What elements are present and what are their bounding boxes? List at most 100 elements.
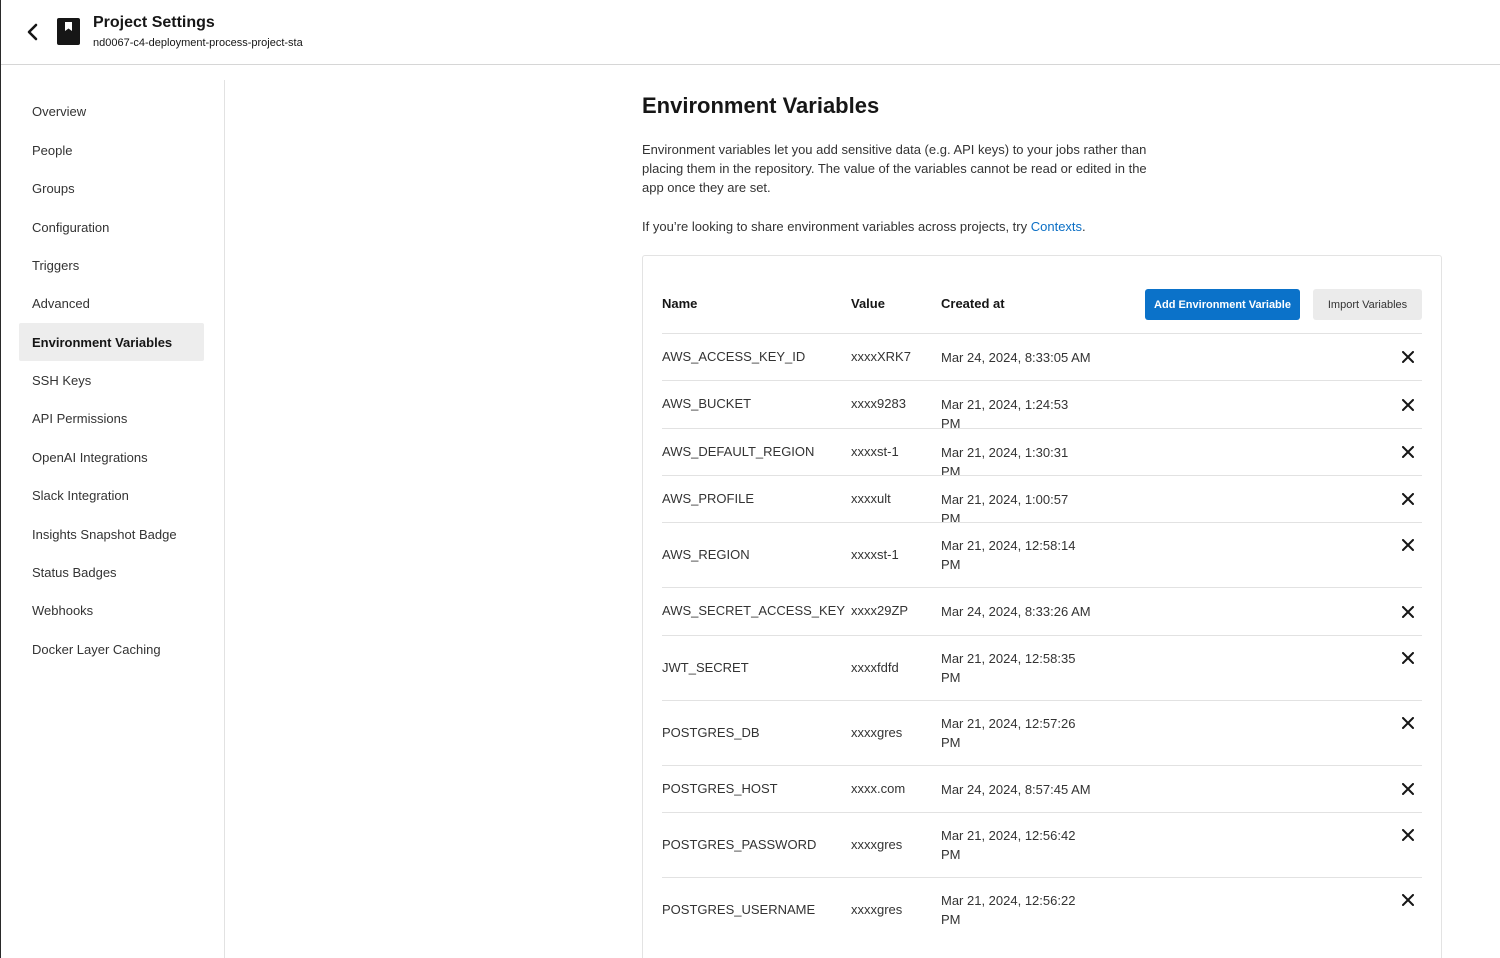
env-var-value: xxxxst-1: [851, 546, 899, 562]
row-divider: [662, 587, 1422, 588]
share-hint-end: .: [1082, 219, 1086, 234]
env-var-value: xxxx29ZP: [851, 603, 909, 618]
delete-env-var-button[interactable]: [1399, 827, 1416, 844]
sidebar-item-configuration[interactable]: Configuration: [19, 208, 204, 246]
close-icon: [1401, 783, 1414, 795]
env-var-name: JWT_SECRET: [662, 659, 749, 675]
section-description: Environment variables let you add sensit…: [642, 142, 1147, 195]
close-icon: [1401, 652, 1414, 664]
sidebar-item-slack-integration[interactable]: Slack Integration: [19, 476, 204, 514]
env-var-created-at: Mar 21, 2024, 12:58:35 PM: [941, 650, 1076, 685]
sidebar-item-environment-variables[interactable]: Environment Variables: [19, 323, 204, 361]
sidebar-item-overview[interactable]: Overview: [19, 92, 204, 130]
env-var-value: xxxxfdfd: [851, 659, 899, 675]
env-var-value: xxxxgres: [851, 724, 903, 740]
delete-env-var-button[interactable]: [1399, 491, 1416, 508]
sidebar-item-label: Webhooks: [32, 602, 94, 618]
row-divider: [662, 380, 1422, 381]
env-var-name: POSTGRES_USERNAME: [662, 901, 816, 917]
sidebar-item-advanced[interactable]: Advanced: [19, 284, 204, 322]
delete-env-var-button[interactable]: [1399, 781, 1416, 798]
env-var-value: xxxx.com: [851, 780, 906, 796]
env-var-created-at: Mar 24, 2024, 8:33:05 AM: [941, 349, 1091, 365]
sidebar-item-label: Docker Layer Caching: [32, 641, 161, 657]
env-var-value: xxxxult: [851, 490, 891, 506]
close-icon: [1401, 446, 1414, 458]
bookmark-icon: [57, 18, 80, 45]
close-icon: [1401, 398, 1414, 411]
delete-env-var-button[interactable]: [1399, 650, 1416, 667]
sidebar-item-label: Triggers: [32, 257, 80, 273]
sidebar-item-label: SSH Keys: [32, 372, 92, 388]
project-name: nd0067-c4-deployment-process-project-sta: [93, 37, 303, 49]
delete-env-var-button[interactable]: [1399, 349, 1416, 366]
env-var-created-at: Mar 24, 2024, 8:33:26 AM: [941, 604, 1091, 619]
env-var-name: POSTGRES_HOST: [662, 780, 778, 796]
share-hint: If you’re looking to share environment v…: [642, 217, 1086, 236]
sidebar-item-insights-snapshot-badge[interactable]: Insights Snapshot Badge: [19, 515, 204, 553]
env-var-name: AWS_BUCKET: [662, 396, 752, 411]
env-var-created-at: Mar 21, 2024, 12:56:22 PM: [941, 892, 1076, 927]
close-icon: [1401, 717, 1414, 729]
page-title: Project Settings: [93, 14, 215, 31]
env-var-value: xxxxgres: [851, 836, 903, 852]
sidebar-item-label: People: [32, 142, 73, 158]
close-icon: [1401, 351, 1414, 363]
sidebar-item-api-permissions[interactable]: API Permissions: [19, 399, 204, 437]
delete-env-var-button[interactable]: [1399, 396, 1416, 413]
row-divider: [662, 765, 1422, 766]
delete-env-var-button[interactable]: [1399, 603, 1416, 620]
env-var-name: AWS_REGION: [662, 546, 750, 562]
sidebar-item-label: Slack Integration: [32, 487, 129, 503]
close-icon: [1401, 605, 1414, 618]
chevron-left-icon: [27, 23, 38, 41]
row-divider: [662, 635, 1422, 636]
sidebar-item-label: Advanced: [32, 295, 90, 311]
sidebar-item-webhooks[interactable]: Webhooks: [19, 591, 204, 629]
row-divider: [662, 428, 1422, 429]
share-hint-text: If you’re looking to share environment v…: [642, 219, 1031, 234]
sidebar-item-label: Overview: [32, 103, 87, 119]
import-variables-button[interactable]: Import Variables: [1313, 289, 1422, 320]
sidebar-item-docker-layer-caching[interactable]: Docker Layer Caching: [19, 630, 204, 668]
delete-env-var-button[interactable]: [1399, 715, 1416, 732]
env-var-created-at: Mar 21, 2024, 12:57:26 PM: [941, 715, 1076, 750]
sidebar-item-label: Status Badges: [32, 564, 117, 580]
contexts-link[interactable]: Contexts: [1031, 219, 1082, 234]
sidebar-item-label: Insights Snapshot Badge: [32, 526, 177, 542]
back-button[interactable]: [21, 20, 43, 44]
close-icon: [1401, 894, 1414, 906]
sidebar-item-groups[interactable]: Groups: [19, 169, 204, 207]
row-divider: [662, 877, 1422, 878]
env-var-value: xxxxst-1: [851, 443, 899, 459]
close-icon: [1401, 829, 1414, 841]
column-header-value: Value: [851, 296, 885, 311]
env-var-name: AWS_DEFAULT_REGION: [662, 443, 815, 459]
delete-env-var-button[interactable]: [1399, 537, 1416, 554]
sidebar-item-status-badges[interactable]: Status Badges: [19, 553, 204, 591]
sidebar-item-label: Environment Variables: [32, 334, 173, 350]
sidebar-item-openai-integrations[interactable]: OpenAI Integrations: [19, 438, 204, 476]
row-divider: [662, 812, 1422, 813]
close-icon: [1401, 539, 1414, 551]
column-header-created: Created at: [941, 296, 1005, 311]
column-header-name: Name: [662, 296, 698, 311]
delete-env-var-button[interactable]: [1399, 892, 1416, 909]
env-var-name: AWS_SECRET_ACCESS_KEY: [662, 603, 846, 618]
sidebar-item-triggers[interactable]: Triggers: [19, 246, 204, 284]
env-var-created-at: Mar 24, 2024, 8:57:45 AM: [941, 781, 1091, 797]
close-icon: [1401, 493, 1414, 505]
env-var-created-at: Mar 21, 2024, 12:58:14 PM: [941, 537, 1076, 572]
env-var-name: POSTGRES_PASSWORD: [662, 836, 817, 852]
env-var-value: xxxxgres: [851, 901, 903, 917]
env-var-name: POSTGRES_DB: [662, 724, 760, 740]
env-var-created-at: Mar 21, 2024, 12:56:42 PM: [941, 827, 1076, 862]
sidebar-item-ssh-keys[interactable]: SSH Keys: [19, 361, 204, 399]
delete-env-var-button[interactable]: [1399, 444, 1416, 461]
row-divider: [662, 522, 1422, 523]
row-divider: [662, 333, 1422, 334]
sidebar-item-label: Configuration: [32, 219, 110, 235]
sidebar-item-label: Groups: [32, 180, 75, 196]
add-environment-variable-button[interactable]: Add Environment Variable: [1145, 289, 1300, 320]
sidebar-item-people[interactable]: People: [19, 131, 204, 169]
